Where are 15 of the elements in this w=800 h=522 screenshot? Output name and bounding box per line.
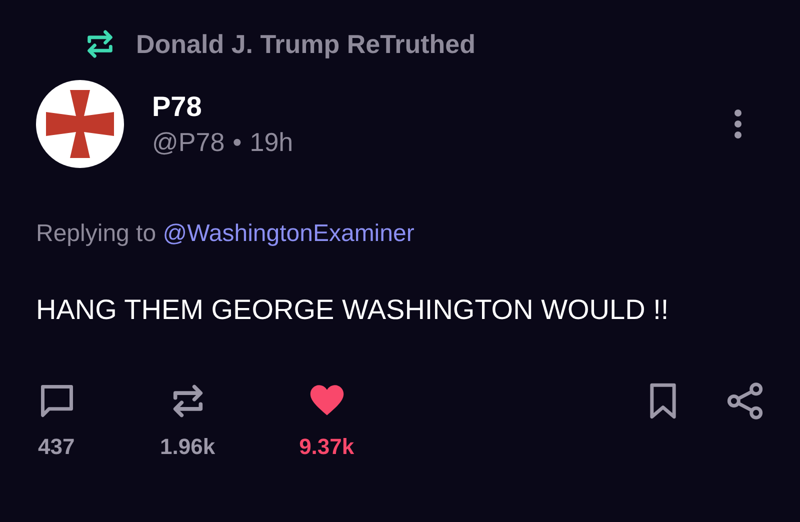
share-icon[interactable] [726, 382, 764, 420]
action-count: 9.37k [299, 434, 354, 460]
user-handle[interactable]: @P78 [152, 126, 225, 158]
action-count: 437 [38, 434, 75, 460]
post-text: HANG THEM GEORGE WASHINGTON WOULD !! [36, 293, 670, 327]
separator-dot: • [232, 126, 242, 158]
post-time: 19h [250, 126, 294, 158]
display-name[interactable]: P78 [152, 90, 734, 122]
action-count: 1.96k [160, 434, 216, 460]
mention-link[interactable]: @WashingtonExaminer [162, 220, 414, 247]
more-options-icon[interactable] [734, 109, 742, 139]
avatar-cross-icon[interactable] [36, 80, 124, 168]
repost-banner-text: Donald J. Trump ReTruthed [136, 28, 476, 60]
reply-icon[interactable] [38, 382, 76, 420]
replying-to-text: Replying to @WashingtonExaminer [36, 220, 416, 248]
